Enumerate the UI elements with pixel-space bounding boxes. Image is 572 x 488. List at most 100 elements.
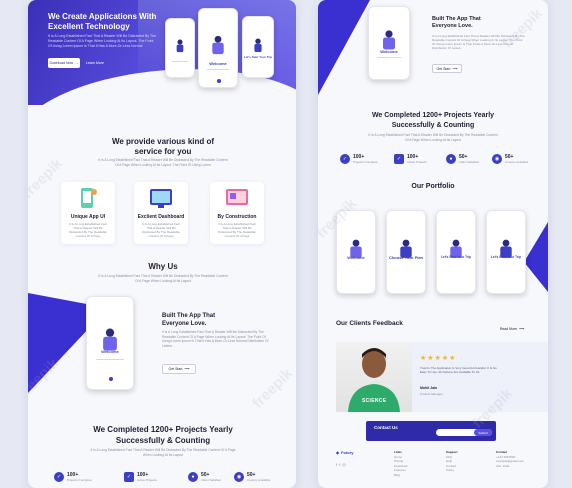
landing-page-left: We Create Applications With Excellent Te…: [28, 0, 296, 488]
contact-submit-button[interactable]: Submit: [474, 429, 492, 436]
checkbox-icon: ✓: [124, 472, 134, 482]
phone-welcome-label: Welcome: [380, 49, 398, 54]
service-card-app-ui[interactable]: Unique App UI It Is A Long Established F…: [61, 182, 115, 244]
hero-text: It Is A Long Established Fact That A Rea…: [48, 34, 157, 48]
globe-icon: ◉: [234, 472, 244, 482]
person-illustration-icon: [212, 35, 224, 54]
user-icon: ●: [188, 472, 198, 482]
client-name: Mohit Jain: [420, 386, 438, 390]
built-phone: Welcome: [368, 6, 410, 80]
phone-line: [377, 57, 401, 58]
footer-col-support: Support FAQ Help Contact Policy: [446, 450, 458, 473]
service-text: It Is A Long Established Fact That A Rea…: [142, 222, 180, 238]
hero-phone-right: Let's Start Your Trip: [242, 16, 274, 78]
stat-country-available: ◉ 50+ Country Available: [234, 472, 270, 482]
projects-subtitle: It Is A Long Established Fact That A Rea…: [90, 448, 236, 457]
star-icon: ★: [434, 355, 442, 362]
download-button-label: Download Now: [49, 61, 74, 65]
why-us-subtitle: It Is A Long Established Fact That A Rea…: [98, 274, 228, 283]
instagram-icon[interactable]: ◎: [342, 462, 348, 467]
person-illustration-icon: [450, 239, 462, 258]
hero-phone-left: [165, 18, 195, 78]
portfolio-label: Welcome: [347, 255, 365, 260]
portfolio-label: Let's Start Your Trip: [440, 255, 472, 259]
stat-projects-complete: ✓ 100+ Projects Complete: [340, 154, 378, 164]
portfolio-label: Let's Start Your Trip: [490, 255, 522, 259]
phone-welcome-label: Welcome: [209, 61, 227, 66]
why-us-phone: Welcome: [86, 296, 134, 390]
person-illustration-icon: [500, 239, 512, 258]
stat-label: Active Projects: [137, 477, 157, 482]
social-icons: ft◎: [336, 462, 348, 467]
stat-label: Country Available: [505, 159, 529, 164]
person-illustration-icon: [176, 39, 184, 53]
landing-page-right: Welcome Built The App That Everyone Love…: [318, 0, 548, 488]
stat-label: Active Projects: [407, 159, 427, 164]
check-icon: ✓: [54, 472, 64, 482]
arrow-right-icon: ⟶: [184, 367, 190, 371]
built-title: Built The App That Everyone Love.: [432, 16, 481, 29]
phone-dot: [217, 79, 221, 83]
download-button[interactable]: Download Now →: [48, 58, 80, 68]
service-card-construction[interactable]: By Construction It Is A Long Established…: [210, 182, 264, 244]
service-card-dashboard[interactable]: Exclient Dashboard It Is A Long Establis…: [134, 182, 188, 244]
blue-triangle-decoration: [318, 0, 370, 95]
portfolio-phone-2[interactable]: Choose Your Plan: [386, 210, 426, 294]
checkbox-icon: ✓: [394, 154, 404, 164]
hero-title: We Create Applications With Excellent Te…: [48, 12, 157, 31]
phone-line: [171, 61, 189, 62]
footer-contact-item: Abc, India: [496, 463, 510, 468]
learn-more-link[interactable]: Learn More: [86, 61, 104, 65]
submit-label: Submit: [478, 430, 488, 435]
portfolio-phone-4[interactable]: Let's Start Your Trip: [486, 210, 526, 294]
feedback-title: Our Clients Feedback: [336, 320, 403, 327]
service-text: It Is A Long Established Fact That A Rea…: [69, 222, 107, 238]
built-text: It Is A Long Established Fact That A Rea…: [162, 330, 269, 348]
stat-label: Client Satisfied: [459, 159, 480, 164]
projects-title: We Completed 1200+ Projects Yearly Succe…: [371, 112, 495, 129]
user-icon: ●: [446, 154, 456, 164]
phone-line: [206, 69, 230, 70]
stat-label: Client Satisfied: [201, 477, 222, 482]
rating-stars: ★★★★★: [420, 354, 456, 362]
stat-country-available: ◉ 50+ Country Available: [492, 154, 528, 164]
footer-col-links: Links Home Pricing Download Features Blo…: [394, 450, 407, 478]
star-icon: ★: [449, 355, 457, 362]
arrow-right-icon: ⟶: [519, 326, 525, 331]
get-start-label: Get Start: [168, 367, 183, 371]
services-title: We provide various kind of service for y…: [111, 137, 215, 156]
stat-label: Projects Complete: [353, 159, 378, 164]
feedback-quote: Trust In The Application Is Very Good An…: [420, 366, 497, 374]
service-name: By Construction: [217, 214, 257, 220]
stat-label: Projects Complete: [67, 477, 92, 482]
arrow-right-icon: ⟶: [452, 66, 458, 71]
globe-icon: ◉: [492, 154, 502, 164]
portfolio-label: Choose Your Plan: [388, 255, 424, 260]
stat-active-projects: ✓ 100+ Active Projects: [394, 154, 427, 164]
phone-line: [96, 359, 124, 360]
star-icon: ★: [427, 355, 435, 362]
client-role: Product Manager: [420, 392, 444, 396]
blue-triangle-decoration: [524, 222, 548, 292]
read-more-button[interactable]: Read More ⟶: [496, 324, 528, 333]
client-photo: SCIENCE: [336, 342, 412, 412]
services-subtitle: It Is A Long Established Fact That A Rea…: [98, 158, 228, 167]
footer-link[interactable]: Blog: [394, 473, 407, 478]
brand-name: Fotory: [341, 450, 354, 455]
contact-title: Contact Us: [374, 425, 398, 430]
footer-link[interactable]: Policy: [446, 468, 458, 473]
stat-active-projects: ✓ 100+ Active Projects: [124, 472, 157, 482]
brand-logo-icon: ◆: [336, 450, 340, 455]
get-start-button[interactable]: Get Start ⟶: [432, 64, 462, 73]
read-more-label: Read More: [499, 326, 518, 331]
shirt-text: SCIENCE: [362, 398, 387, 404]
stat-client-satisfied: ● 50+ Client Satisfied: [188, 472, 221, 482]
phone-welcome-label: Welcome: [101, 349, 119, 354]
get-start-button[interactable]: Get Start ⟶: [162, 364, 196, 374]
portfolio-phone-3[interactable]: Let's Start Your Trip: [436, 210, 476, 294]
projects-subtitle: It Is A Long Established Fact That A Rea…: [368, 133, 498, 142]
check-icon: ✓: [340, 154, 350, 164]
hero-phone-center: Welcome: [198, 8, 238, 88]
stat-label: Country Available: [247, 477, 271, 482]
portfolio-phone-1[interactable]: Welcome: [336, 210, 376, 294]
